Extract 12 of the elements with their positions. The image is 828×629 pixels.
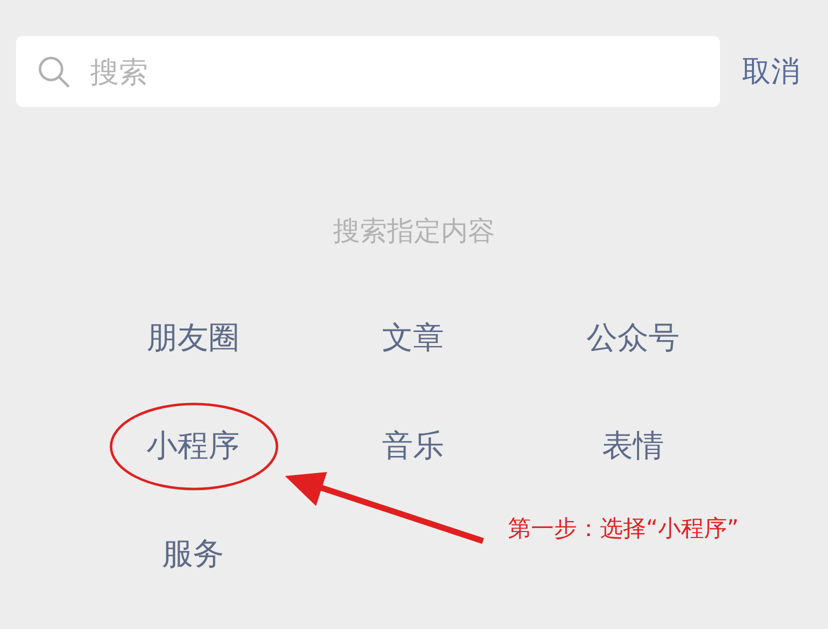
search-category[interactable]: 表情	[602, 425, 664, 467]
search-category[interactable]: 音乐	[382, 425, 444, 467]
search-input[interactable]: 搜索	[88, 54, 652, 90]
section-title: 搜索指定内容	[333, 215, 495, 249]
search-category[interactable]: 朋友圈	[146, 317, 240, 359]
search-category[interactable]: 文章	[382, 317, 444, 359]
search-category[interactable]: 公众号	[586, 317, 680, 359]
search-category[interactable]: 服务	[162, 533, 224, 575]
annotation-text: 第一步：选择“小程序”	[508, 515, 739, 544]
search-field[interactable]: 搜索	[16, 36, 720, 107]
cancel-button[interactable]: 取消	[742, 52, 800, 92]
search-icon	[38, 56, 70, 88]
